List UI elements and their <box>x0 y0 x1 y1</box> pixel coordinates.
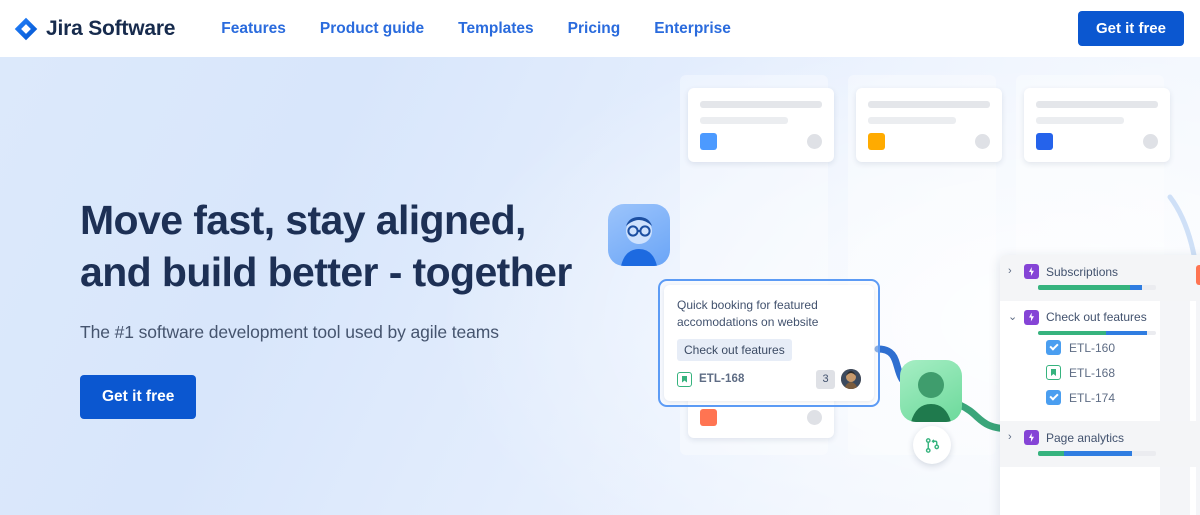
timeline-row-subscriptions[interactable]: › Subscriptions <box>1000 255 1200 301</box>
story-icon <box>1046 365 1061 380</box>
epic-label: Page analytics <box>1046 430 1125 445</box>
card-footer <box>700 133 822 150</box>
card-line-secondary <box>700 117 788 124</box>
avatar <box>807 410 822 425</box>
progress-bar <box>1038 330 1156 335</box>
nav-item-features[interactable]: Features <box>221 20 286 38</box>
brand-name: Jira Software <box>46 16 176 40</box>
card-line-primary <box>1036 101 1158 108</box>
comment-count-badge: 3 <box>816 369 835 389</box>
task-icon <box>1046 390 1061 405</box>
nav-item-pricing[interactable]: Pricing <box>568 20 621 38</box>
progress-done-segment <box>1038 285 1131 290</box>
epic-icon <box>1024 264 1039 279</box>
hero-subheadline: The #1 software development tool used by… <box>80 322 499 343</box>
progress-bar <box>1038 451 1156 456</box>
issue-card-footer: ETL-168 3 <box>677 369 861 389</box>
page-title: Move fast, stay aligned, and build bette… <box>80 197 572 295</box>
brand-logo[interactable]: Jira Software <box>14 17 175 41</box>
card-tag-icon <box>1036 133 1053 150</box>
user-avatar-blue <box>608 204 670 266</box>
issue-meta-group: 3 <box>816 369 861 389</box>
branch-merge-badge <box>913 426 951 464</box>
issue-key: ETL-174 <box>1069 390 1116 405</box>
row-header: › Subscriptions <box>1008 264 1200 279</box>
branch-merge-icon <box>925 437 939 453</box>
chevron-right-icon[interactable]: › <box>1008 266 1017 277</box>
timeline-panel: › Subscriptions ⌄ Check out features ETL… <box>1000 255 1200 515</box>
list-item[interactable] <box>856 88 1002 162</box>
list-item[interactable] <box>688 88 834 162</box>
card-footer <box>1036 133 1158 150</box>
hero-illustration: Quick booking for featured accomodations… <box>560 57 1200 515</box>
list-item[interactable] <box>1024 88 1170 162</box>
person-with-glasses-icon <box>621 217 657 266</box>
selected-issue-card[interactable]: Quick booking for featured accomodations… <box>658 279 880 407</box>
user-avatar-green <box>900 360 962 422</box>
issue-summary: Quick booking for featured accomodations… <box>677 298 819 329</box>
progress-inprogress-segment <box>1106 330 1147 335</box>
row-header: › Page analytics <box>1008 430 1200 445</box>
card-footer <box>868 133 990 150</box>
card-line-primary <box>700 101 822 108</box>
epic-icon <box>1024 309 1039 325</box>
card-tag-icon <box>868 133 885 150</box>
timeline-row-page-analytics[interactable]: › Page analytics <box>1000 421 1200 467</box>
hero-get-it-free-button[interactable]: Get it free <box>80 375 197 420</box>
card-line-secondary <box>868 117 956 124</box>
card-footer <box>700 409 822 426</box>
person-silhouette-icon <box>911 372 951 422</box>
card-line-primary <box>868 101 990 108</box>
avatar <box>807 134 822 149</box>
site-header: Jira Software Features Product guide Tem… <box>0 0 1200 57</box>
story-icon <box>677 371 692 387</box>
photo-avatar-icon <box>841 369 861 389</box>
main-nav: Features Product guide Templates Pricing… <box>221 20 731 38</box>
epic-icon <box>1024 430 1039 445</box>
list-item[interactable]: ETL-174 <box>1008 385 1200 410</box>
avatar <box>1143 134 1158 149</box>
row-header: ⌄ Check out features <box>1008 309 1200 325</box>
progress-done-segment <box>1038 330 1107 335</box>
chevron-right-icon[interactable]: › <box>1008 432 1017 443</box>
list-item[interactable]: ETL-160 <box>1008 335 1200 360</box>
issue-epic-chip[interactable]: Check out features <box>677 339 792 362</box>
card-tag-icon <box>700 133 717 150</box>
nav-item-templates[interactable]: Templates <box>458 20 534 38</box>
progress-inprogress-segment <box>1130 285 1142 290</box>
list-item[interactable]: ETL-168 <box>1008 360 1200 385</box>
hero-copy: Move fast, stay aligned, and build bette… <box>80 195 640 420</box>
header-get-it-free-button[interactable]: Get it free <box>1077 11 1184 46</box>
progress-inprogress-segment <box>1063 451 1133 456</box>
progress-bar <box>1038 285 1156 290</box>
issue-key: ETL-160 <box>1069 340 1116 355</box>
nav-item-product-guide[interactable]: Product guide <box>320 20 424 38</box>
timeline-panel-inner: › Subscriptions ⌄ Check out features ETL… <box>1000 255 1200 515</box>
progress-done-segment <box>1038 451 1064 456</box>
hero-section: Move fast, stay aligned, and build bette… <box>0 57 1200 515</box>
issue-card-body: Quick booking for featured accomodations… <box>664 285 874 401</box>
assignee-avatar <box>841 369 861 389</box>
avatar <box>975 134 990 149</box>
card-tag-icon <box>700 409 717 426</box>
issue-key-group: ETL-168 <box>677 371 745 387</box>
issue-key: ETL-168 <box>1069 365 1116 380</box>
timeline-row-check-out-features[interactable]: ⌄ Check out features ETL-160 ETL-168 ETL… <box>1000 301 1200 422</box>
nav-item-enterprise[interactable]: Enterprise <box>654 20 731 38</box>
task-icon <box>1046 340 1061 355</box>
jira-software-landing-page: Jira Software Features Product guide Tem… <box>0 0 1200 515</box>
epic-label: Subscriptions <box>1046 264 1119 279</box>
jira-diamond-icon <box>14 17 38 40</box>
chevron-down-icon[interactable]: ⌄ <box>1008 311 1017 323</box>
timeline-bar-subscriptions[interactable] <box>1196 265 1200 285</box>
card-line-secondary <box>1036 117 1124 124</box>
issue-key: ETL-168 <box>699 373 745 385</box>
epic-label: Check out features <box>1046 310 1147 324</box>
